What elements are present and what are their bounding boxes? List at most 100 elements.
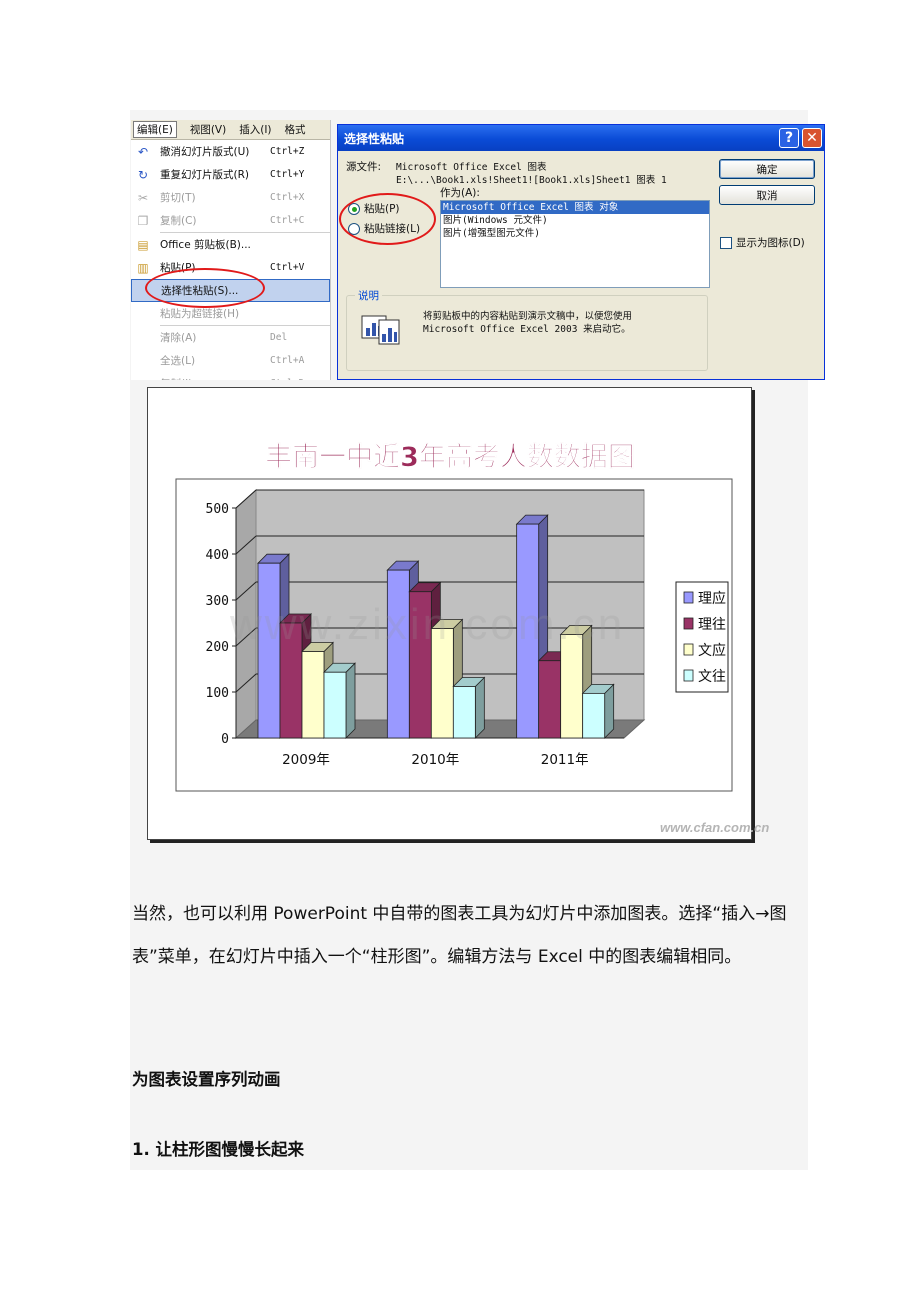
menu-item-shortcut: Ctrl+C [270, 215, 305, 226]
close-icon[interactable]: ✕ [802, 128, 822, 148]
menu-edit[interactable]: 编辑(E) [133, 121, 177, 138]
menu-item-label: 清除(A) [160, 332, 197, 344]
legend-label: 理应 [698, 590, 726, 607]
y-tick-label: 500 [206, 502, 229, 517]
menu-item[interactable]: 复制(I)Ctrl+D [131, 372, 330, 380]
undo-icon: ↶ [137, 144, 149, 159]
radio-selected-icon [348, 203, 360, 215]
paste-icon: ▥ [137, 260, 149, 275]
x-tick-label: 2010年 [411, 752, 459, 768]
subsection-heading: 1. 让柱形图慢慢长起来 [132, 1140, 304, 1159]
menu-format[interactable]: 格式 [285, 122, 306, 137]
bar [452, 686, 476, 739]
copy-icon: ❐ [137, 213, 149, 228]
checkbox-icon [720, 237, 732, 249]
scissors-icon: ✂ [137, 190, 149, 205]
menu-icon-slot [135, 377, 151, 381]
as-label: 作为(A): [440, 187, 480, 199]
list-item[interactable]: Microsoft Office Excel 图表 对象 [441, 201, 709, 214]
bar [386, 569, 410, 739]
watermark-zixin: www.zixin.com.cn [230, 600, 626, 649]
menu-insert[interactable]: 插入(I) [239, 122, 271, 137]
source-line-1: Microsoft Office Excel 图表 [396, 162, 547, 173]
show-as-icon-checkbox[interactable]: 显示为图标(D) [720, 235, 805, 250]
menu-icon-slot [135, 331, 151, 345]
description-group: 说明 将剪贴板中的内容粘贴到演示文稿中，以便您使用 Microsoft Offi… [346, 288, 708, 371]
radio-paste[interactable]: 粘贴(P) [348, 201, 400, 216]
list-item[interactable]: 图片(Windows 元文件) [441, 214, 709, 227]
legend-swatch [683, 617, 694, 630]
clipboard-icon: ▤ [137, 237, 149, 252]
section-heading: 为图表设置序列动画 [132, 1070, 281, 1089]
menu-icon-slot [136, 284, 152, 298]
menu-item[interactable]: ▥ 粘贴(P) Ctrl+V [131, 256, 330, 279]
legend-label: 文应 [698, 642, 726, 659]
menu-view[interactable]: 视图(V) [190, 122, 226, 137]
menu-item[interactable]: ❐ 复制(C) Ctrl+C [131, 209, 330, 232]
radio-paste-link-label: 粘贴链接(L) [364, 223, 421, 235]
help-icon[interactable]: ? [779, 128, 799, 148]
watermark-cfan: www.cfan.com.cn [660, 820, 770, 835]
menu-item[interactable]: ↻ 重复幻灯片版式(R) Ctrl+Y [131, 163, 330, 186]
menu-item-label: 复制(I) [160, 376, 270, 380]
menu-item[interactable]: 选择性粘贴(S)... [131, 279, 330, 302]
edit-menu-list: ↶ 撤消幻灯片版式(U) Ctrl+Z ↻ 重复幻灯片版式(R) Ctrl+Y ✂ 剪切(T)… [131, 140, 330, 380]
y-tick-label: 400 [206, 548, 229, 563]
menu-item[interactable]: ✂ 剪切(T) Ctrl+X [131, 186, 330, 209]
as-listbox[interactable]: Microsoft Office Excel 图表 对象 图片(Windows … [440, 200, 710, 288]
legend-label: 文往 [698, 669, 726, 685]
description-line-1: 将剪贴板中的内容粘贴到演示文稿中，以便您使用 [423, 311, 633, 322]
redo-icon: ↻ [137, 167, 149, 182]
menu-item-shortcut: Ctrl+Y [270, 169, 305, 180]
menu-item-shortcut: Ctrl+A [270, 355, 305, 366]
menu-item-label: 撤消幻灯片版式(U) [160, 146, 250, 158]
chart-title: 丰南一中近3年高考人数数据图 [265, 441, 635, 473]
menu-item-shortcut: Ctrl+V [270, 262, 305, 273]
x-tick-label: 2011年 [541, 752, 589, 768]
bar [560, 634, 584, 739]
bar-side [345, 662, 356, 739]
menu-item-label: Office 剪贴板(B)... [160, 239, 251, 251]
description-line-2: Microsoft Office Excel 2003 来启动它。 [423, 324, 631, 335]
menu-icon-slot [135, 354, 151, 368]
menu-item[interactable]: 清除(A) Del [131, 326, 330, 349]
bar-side [474, 676, 485, 739]
legend-swatch [683, 669, 694, 682]
bar [257, 562, 281, 739]
paste-special-dialog: 选择性粘贴 ? ✕ 源文件: Microsoft Office Excel 图表… [337, 124, 825, 380]
legend-swatch [683, 643, 694, 656]
menu-item[interactable]: ↶ 撤消幻灯片版式(U) Ctrl+Z [131, 140, 330, 163]
source-label: 源文件: [346, 161, 382, 173]
show-as-icon-label: 显示为图标(D) [736, 237, 805, 249]
radio-paste-label: 粘贴(P) [364, 203, 400, 215]
menu-item-label: 选择性粘贴(S)... [161, 285, 239, 297]
menu-item[interactable]: ▤ Office 剪贴板(B)... [131, 233, 330, 256]
chart-paste-icon [361, 315, 400, 345]
cancel-button[interactable]: 取消 [719, 185, 815, 205]
menu-item-label: 复制(C) [160, 215, 197, 227]
menu-item[interactable]: 粘贴为超链接(H) [131, 302, 330, 325]
ok-button[interactable]: 确定 [719, 159, 815, 179]
bar [301, 651, 325, 739]
dialog-title-bar: 选择性粘贴 ? ✕ [338, 125, 824, 151]
description-label: 说明 [355, 288, 382, 303]
y-tick-label: 200 [206, 640, 229, 655]
menu-icon-slot [135, 307, 151, 321]
y-tick-label: 0 [221, 732, 229, 747]
menu-item-shortcut: Ctrl+Z [270, 146, 305, 157]
y-tick-label: 100 [206, 686, 229, 701]
dialog-title: 选择性粘贴 [344, 131, 405, 146]
menu-item[interactable]: 全选(L) Ctrl+A [131, 349, 330, 372]
y-tick-label: 300 [206, 594, 229, 609]
list-item[interactable]: 图片(增强型图元文件) [441, 227, 709, 240]
radio-paste-link[interactable]: 粘贴链接(L) [348, 221, 420, 236]
legend-swatch [683, 591, 694, 604]
source-line-2: E:\...\Book1.xls!Sheet1![Book1.xls]Sheet… [396, 175, 667, 186]
menu-item-shortcut: Del [270, 332, 288, 343]
edit-menu-screenshot: 编辑(E) 视图(V) 插入(I) 格式 ↶ 撤消幻灯片版式(U) Ctrl+Z ↻ 重… [131, 120, 331, 380]
bar [538, 660, 562, 739]
menu-item-shortcut: Ctrl+D [270, 378, 330, 380]
menu-item-shortcut: Ctrl+X [270, 192, 305, 203]
menu-item-label: 粘贴(P) [160, 262, 196, 274]
radio-empty-icon [348, 223, 360, 235]
